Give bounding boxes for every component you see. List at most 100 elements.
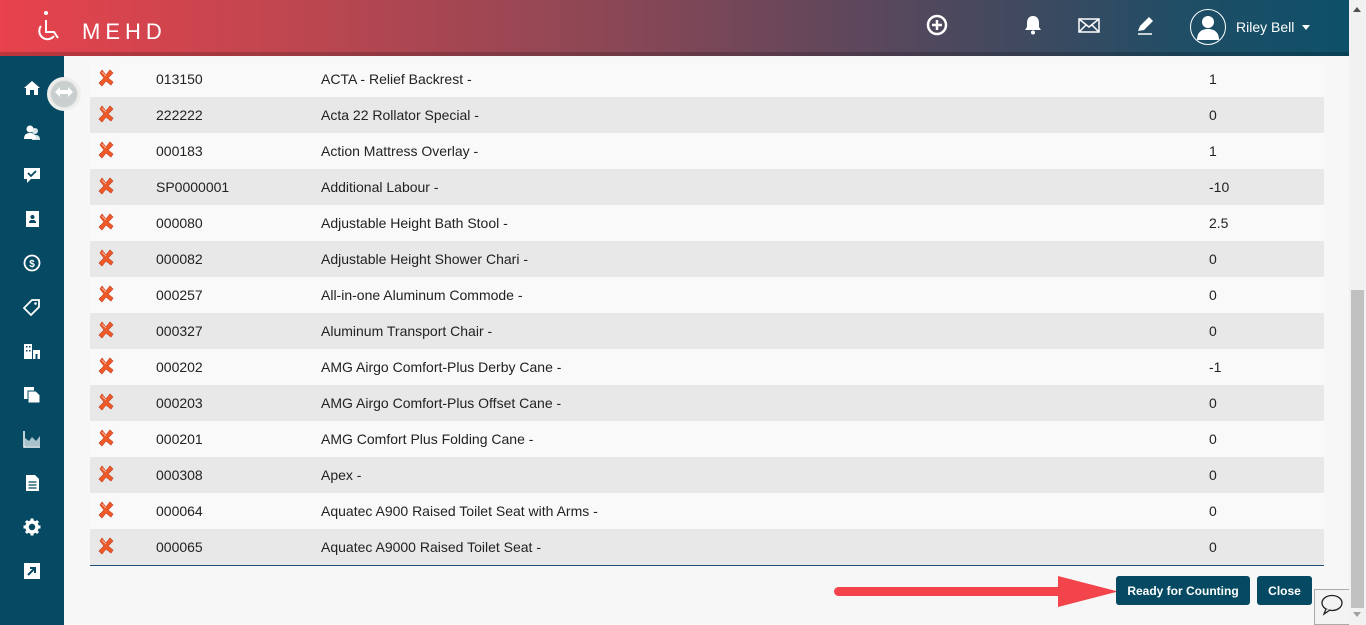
item-code: 000201 [156, 431, 203, 447]
item-description: AMG Comfort Plus Folding Cane - [321, 431, 534, 447]
item-code: SP0000001 [156, 179, 230, 195]
item-quantity: 2.5 [1209, 215, 1229, 231]
item-description: AMG Airgo Comfort-Plus Derby Cane - [321, 359, 562, 375]
vertical-scrollbar[interactable] [1349, 0, 1366, 625]
speech-bubble-icon [1320, 594, 1344, 621]
sidebar-item-documents[interactable] [21, 386, 43, 408]
sidebar-item-billing[interactable]: $ [21, 254, 43, 276]
table-row: 000080 Adjustable Height Bath Stool - 2.5 [90, 205, 1324, 241]
table-row: 000201 AMG Comfort Plus Folding Cane - 0 [90, 421, 1324, 457]
sidebar-item-facilities[interactable] [21, 342, 43, 364]
delete-x-icon [97, 392, 115, 414]
delete-row-button[interactable] [90, 284, 156, 306]
item-quantity: 1 [1209, 143, 1217, 159]
item-description: ACTA - Relief Backrest - [321, 71, 472, 87]
delete-row-button[interactable] [90, 68, 156, 90]
app-logo[interactable]: MEHD [34, 10, 167, 47]
close-button[interactable]: Close [1257, 576, 1312, 605]
item-code: 000308 [156, 467, 203, 483]
item-code: 000183 [156, 143, 203, 159]
sidebar-item-forms[interactable] [21, 474, 43, 496]
gear-icon [23, 518, 41, 541]
item-code: 013150 [156, 71, 203, 87]
pencil-icon [1134, 14, 1156, 41]
delete-x-icon [97, 284, 115, 306]
notifications-button[interactable] [1019, 13, 1047, 41]
item-code: 000202 [156, 359, 203, 375]
item-code: 000080 [156, 215, 203, 231]
bell-icon [1022, 14, 1044, 41]
delete-x-icon [97, 428, 115, 450]
delete-row-button[interactable] [90, 500, 156, 522]
chevron-down-icon [1302, 24, 1311, 30]
delete-x-icon [97, 356, 115, 378]
table-row: 000064 Aquatec A900 Raised Toilet Seat wi… [90, 493, 1324, 529]
top-header: MEHD Riley Bell [0, 0, 1349, 56]
item-code: 000064 [156, 503, 203, 519]
item-quantity: 0 [1209, 323, 1217, 339]
sidebar-item-tasks[interactable] [21, 166, 43, 188]
dollar-icon: $ [23, 254, 41, 277]
sidebar-item-external[interactable] [21, 562, 43, 584]
avatar [1190, 9, 1226, 45]
messages-button[interactable] [1075, 13, 1103, 41]
delete-row-button[interactable] [90, 536, 156, 558]
sidebar-item-settings[interactable] [21, 518, 43, 540]
item-quantity: 0 [1209, 503, 1217, 519]
delete-row-button[interactable] [90, 464, 156, 486]
wheelchair-icon [34, 10, 64, 47]
item-quantity: 0 [1209, 467, 1217, 483]
delete-x-icon [97, 536, 115, 558]
delete-row-button[interactable] [90, 248, 156, 270]
table-row: 222222 Acta 22 Rollator Special - 0 [90, 97, 1324, 133]
delete-x-icon [97, 212, 115, 234]
delete-x-icon [97, 140, 115, 162]
delete-row-button[interactable] [90, 212, 156, 234]
sidebar-item-reports[interactable] [21, 430, 43, 452]
delete-x-icon [97, 104, 115, 126]
sidebar-toggle-button[interactable] [47, 77, 81, 111]
delete-row-button[interactable] [90, 320, 156, 342]
sidebar-item-products[interactable] [21, 298, 43, 320]
table-row: SP0000001 Additional Labour - -10 [90, 169, 1324, 205]
item-code: 222222 [156, 107, 203, 123]
annotation-arrow [834, 576, 1118, 607]
sidebar-item-clients[interactable] [21, 123, 43, 145]
item-quantity: -1 [1209, 359, 1222, 375]
item-description: Acta 22 Rollator Special - [321, 107, 479, 123]
sidebar-item-home[interactable] [21, 79, 43, 101]
item-description: Adjustable Height Shower Chari - [321, 251, 528, 267]
delete-row-button[interactable] [90, 392, 156, 414]
sidebar-item-contacts[interactable] [21, 210, 43, 232]
table-row: 000327 Aluminum Transport Chair - 0 [90, 313, 1324, 349]
delete-row-button[interactable] [90, 428, 156, 450]
table-row: 000202 AMG Airgo Comfort-Plus Derby Cane … [90, 349, 1324, 385]
table-row: 013150 ACTA - Relief Backrest - 1 [90, 61, 1324, 97]
file-text-icon [23, 474, 41, 497]
scroll-down-arrow-icon[interactable] [1353, 612, 1361, 617]
user-menu[interactable]: Riley Bell [1190, 9, 1311, 45]
add-button[interactable] [923, 13, 951, 41]
ready-for-counting-button[interactable]: Ready for Counting [1116, 576, 1250, 605]
scrollbar-thumb[interactable] [1351, 290, 1364, 608]
table-row: 000183 Action Mattress Overlay - 1 [90, 133, 1324, 169]
item-code: 000257 [156, 287, 203, 303]
edit-button[interactable] [1131, 13, 1159, 41]
envelope-icon [1078, 14, 1100, 41]
delete-row-button[interactable] [90, 140, 156, 162]
delete-x-icon [97, 320, 115, 342]
delete-row-button[interactable] [90, 104, 156, 126]
item-description: Action Mattress Overlay - [321, 143, 479, 159]
chart-icon [23, 430, 41, 453]
delete-x-icon [97, 464, 115, 486]
table-row: 000065 Aquatec A9000 Raised Toilet Seat -… [90, 529, 1324, 565]
scroll-up-arrow-icon[interactable] [1353, 7, 1361, 12]
home-icon [23, 79, 41, 102]
delete-row-button[interactable] [90, 176, 156, 198]
item-quantity: 0 [1209, 107, 1217, 123]
delete-row-button[interactable] [90, 356, 156, 378]
item-description: Apex - [321, 467, 362, 483]
item-quantity: 1 [1209, 71, 1217, 87]
item-description: AMG Airgo Comfort-Plus Offset Cane - [321, 395, 562, 411]
chat-button[interactable] [1314, 589, 1350, 625]
